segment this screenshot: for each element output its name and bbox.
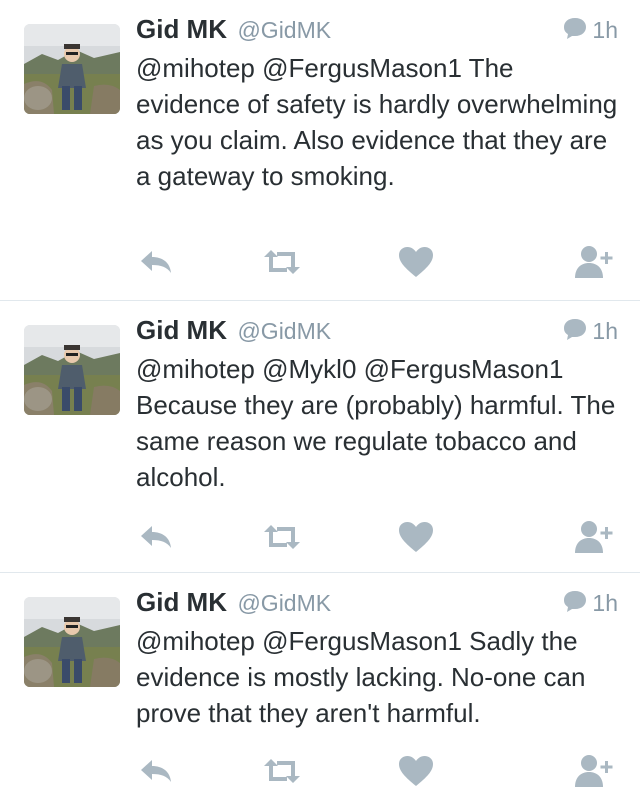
retweet-icon <box>260 247 304 277</box>
like-button[interactable] <box>396 519 436 555</box>
tweet-actions <box>0 244 640 280</box>
avatar[interactable] <box>24 24 120 114</box>
follow-button[interactable] <box>574 244 616 280</box>
follow-icon <box>574 753 616 789</box>
author-handle[interactable]: @GidMK <box>237 318 331 344</box>
tweet-header: Gid MK @GidMK 1h <box>136 14 618 48</box>
reply-bubble-icon <box>562 317 588 341</box>
avatar[interactable] <box>24 325 120 415</box>
tweet-actions <box>0 519 640 555</box>
retweet-button[interactable] <box>260 753 304 789</box>
author-handle[interactable]: @GidMK <box>237 17 331 43</box>
reply-icon <box>136 247 176 277</box>
reply-button[interactable] <box>136 519 176 555</box>
tweet-text: @mihotep @FergusMason1 Sadly the evidenc… <box>136 626 586 728</box>
author-name[interactable]: Gid MK <box>136 587 227 617</box>
tweet-actions <box>0 753 640 789</box>
author-name[interactable]: Gid MK <box>136 315 227 345</box>
tweet-text: @mihotep @Mykl0 @FergusMason1 Because th… <box>136 354 616 492</box>
follow-icon <box>574 244 616 280</box>
tweet[interactable]: Gid MK @GidMK 1h @mihotep @FergusMason1 … <box>0 0 640 300</box>
time-label: 1h <box>592 590 618 616</box>
tweet[interactable]: Gid MK @GidMK 1h @mihotep @Mykl0 @Fergus… <box>0 300 640 572</box>
author-name[interactable]: Gid MK <box>136 14 227 44</box>
retweet-icon <box>260 756 304 786</box>
reply-icon <box>136 522 176 552</box>
tweet-time: 1h <box>562 16 618 44</box>
reply-button[interactable] <box>136 244 176 280</box>
tweet-header: Gid MK @GidMK 1h <box>136 315 618 349</box>
tweet-time: 1h <box>562 317 618 345</box>
retweet-button[interactable] <box>260 244 304 280</box>
follow-button[interactable] <box>574 519 616 555</box>
retweet-button[interactable] <box>260 519 304 555</box>
reply-bubble-icon <box>562 589 588 613</box>
like-icon <box>396 754 436 788</box>
tweet-header: Gid MK @GidMK 1h <box>136 587 618 621</box>
reply-button[interactable] <box>136 753 176 789</box>
like-icon <box>396 245 436 279</box>
avatar[interactable] <box>24 597 120 687</box>
like-icon <box>396 520 436 554</box>
reply-icon <box>136 756 176 786</box>
reply-bubble-icon <box>562 16 588 40</box>
author-handle[interactable]: @GidMK <box>237 590 331 616</box>
tweet-time: 1h <box>562 589 618 617</box>
time-label: 1h <box>592 17 618 43</box>
retweet-icon <box>260 522 304 552</box>
follow-icon <box>574 519 616 555</box>
tweet[interactable]: Gid MK @GidMK 1h @mihotep @FergusMason1 … <box>0 572 640 804</box>
follow-button[interactable] <box>574 753 616 789</box>
time-label: 1h <box>592 318 618 344</box>
like-button[interactable] <box>396 753 436 789</box>
like-button[interactable] <box>396 244 436 280</box>
tweet-text: @mihotep @FergusMason1 The evidence of s… <box>136 53 618 191</box>
